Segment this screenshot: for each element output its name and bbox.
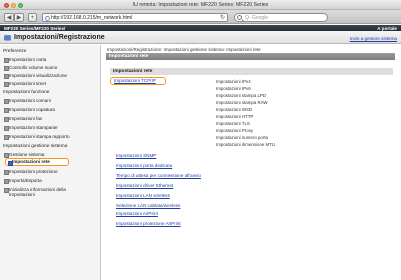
section-title-bar: Impostazioni rete: [106, 53, 395, 60]
search-icon: [237, 15, 242, 20]
protocol-ipv4: Impostazioni IPv4: [216, 79, 251, 84]
sidebar-group-funzione: Impostazioni funzione: [3, 90, 50, 95]
protocol-wsd: Impostazioni WSD: [216, 107, 253, 112]
address-url: http://192.168.0.215/m_network.html: [51, 14, 133, 21]
sidebar-item-timer[interactable]: Impostazioni timer: [3, 81, 46, 87]
snmp-settings-link[interactable]: Impostazioni SNMP: [116, 153, 156, 158]
reload-icon[interactable]: ↻: [220, 14, 225, 23]
back-button[interactable]: ◀: [4, 12, 14, 22]
airprint-settings-link[interactable]: Impostazioni AirPrint: [116, 211, 158, 216]
sidebar-item-impostazioni-rete[interactable]: Impostazioni rete: [5, 158, 69, 166]
settings-folder-icon: [4, 34, 11, 41]
protocol-mtu: Impostazioni dimensione MTU: [216, 142, 276, 147]
sidebar-item-controllo-volume[interactable]: Controllo volume suono: [3, 65, 57, 71]
sidebar: Preferenze Impostazioni carta Controllo …: [0, 45, 101, 280]
subsection-title-bar: Impostazioni rete: [110, 68, 393, 75]
sidebar-item-stampa-rapporto[interactable]: Impostazioni stampa rapporto: [4, 134, 70, 140]
globe-icon: [45, 15, 50, 21]
window-titlebar: IU remota: Impostazioni rete: MF220 Seri…: [0, 0, 401, 10]
protocol-proxy: Impostazioni Proxy: [216, 128, 254, 133]
sidebar-group-gestione: Impostazioni gestione sistema: [3, 144, 68, 149]
wired-wireless-select-link[interactable]: Selezione LAN cablata/wireless: [116, 203, 180, 208]
breadcrumb: Impostazioni/Registrazione: Impostazioni…: [107, 47, 261, 52]
window-title: IU remota: Impostazioni rete: MF220 Seri…: [132, 2, 269, 8]
sidebar-item-comuni[interactable]: Impostazioni comuni: [4, 98, 51, 104]
sidebar-item-fax[interactable]: Impostazioni fax: [3, 116, 42, 122]
protocol-raw: Impostazioni stampa RAW: [216, 100, 268, 105]
sidebar-item-protezione[interactable]: Impostazioni protezione: [4, 169, 58, 175]
search-placeholder: Q- Google: [245, 14, 269, 21]
admin-mail-link[interactable]: Invio a gestore sistema: [350, 36, 397, 41]
wireless-lan-link[interactable]: Impostazioni LAN wireless: [116, 193, 170, 198]
search-input[interactable]: Q- Google: [234, 12, 328, 22]
browser-toolbar: ◀ ▶ + http://192.168.0.215/m_network.htm…: [0, 10, 401, 24]
sidebar-group-preferenze: Preferenze: [3, 49, 27, 54]
sidebar-item-gestione-sistema[interactable]: Gestione sistema: [4, 152, 45, 158]
sidebar-item-importa-esporta[interactable]: Importa/Esporta: [4, 178, 42, 184]
sidebar-item-copiatura[interactable]: Impostazioni copiatura: [4, 107, 55, 113]
portal-link[interactable]: A portale: [377, 26, 397, 31]
airprint-security-link[interactable]: Impostazioni protezione AirPrint: [116, 221, 181, 226]
tcpip-settings-link[interactable]: Impostazioni TCP/IP: [110, 77, 166, 85]
protocol-port-number: Impostazioni numero porta: [216, 135, 268, 140]
address-bar[interactable]: http://192.168.0.215/m_network.html ↻: [42, 12, 228, 23]
main-panel: Impostazioni/Registrazione: Impostazioni…: [104, 45, 399, 280]
sidebar-item-inizializza-line2[interactable]: Impostazioni: [9, 192, 35, 197]
sidebar-item-impostazioni-carta[interactable]: Impostazioni carta: [3, 57, 46, 63]
startup-wait-time-link[interactable]: Tempo di attesa per connessione all'avvi…: [116, 173, 201, 178]
protocol-http: Impostazioni HTTP: [216, 114, 254, 119]
protocol-lpd: Impostazioni stampa LPD: [216, 93, 267, 98]
forward-button[interactable]: ▶: [14, 12, 24, 22]
sidebar-item-visualizzazione[interactable]: Impostazioni visualizzazione: [4, 73, 67, 79]
protocol-tls: Impostazioni TLS: [216, 121, 250, 126]
protocol-ipv6: Impostazioni IPv6: [216, 86, 251, 91]
page-content: MF220 Series/MF220 Series/ A portale Imp…: [0, 25, 401, 280]
ethernet-driver-link[interactable]: Impostazioni driver Ethernet: [116, 183, 173, 188]
sidebar-item-stampante[interactable]: Impostazioni stampante: [4, 125, 58, 131]
page-header: Impostazioni/Registrazione Invio a gesto…: [0, 31, 401, 44]
page-title: Impostazioni/Registrazione: [14, 33, 105, 41]
dedicated-port-link[interactable]: Impostazioni porta dedicata: [116, 163, 172, 168]
add-bookmark-button[interactable]: +: [28, 12, 37, 22]
product-name: MF220 Series/MF220 Series/: [4, 25, 66, 31]
